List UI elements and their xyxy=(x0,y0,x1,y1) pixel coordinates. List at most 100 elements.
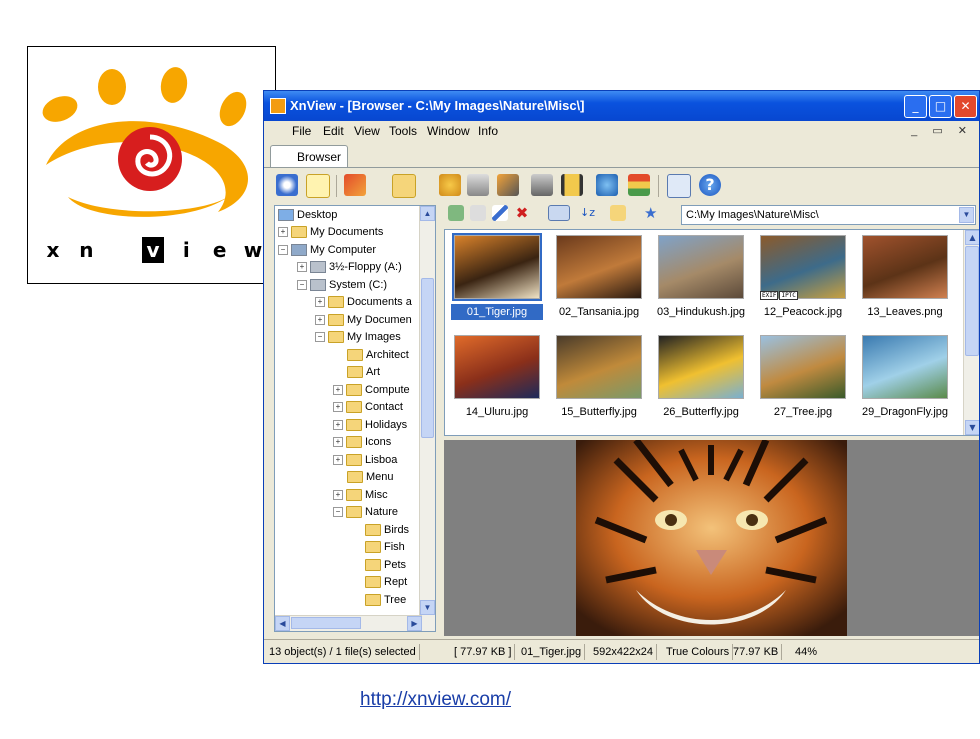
tree-item-holidays[interactable]: + Holidays xyxy=(333,417,407,434)
thumbnail-image[interactable] xyxy=(658,335,744,399)
menu-edit[interactable]: Edit xyxy=(323,124,344,138)
tree-item-my-documents[interactable]: + My Documents xyxy=(278,224,383,241)
favorites-star-icon[interactable]: ★ xyxy=(644,205,666,221)
thumbnail-item[interactable]: 15_Butterfly.jpg xyxy=(553,332,645,424)
thumbnail-image[interactable] xyxy=(658,235,744,299)
go-up-icon[interactable] xyxy=(448,205,464,221)
view-eye-icon[interactable] xyxy=(276,174,298,196)
expand-icon[interactable]: + xyxy=(315,315,325,326)
thumbnail-item[interactable]: 26_Butterfly.jpg xyxy=(655,332,747,424)
back-arrow-icon[interactable] xyxy=(344,174,366,196)
thumbnail-item[interactable]: 29_DragonFly.jpg xyxy=(859,332,951,424)
menu-info[interactable]: Info xyxy=(478,124,498,138)
rename-pencil-icon[interactable] xyxy=(492,205,508,221)
expand-icon[interactable]: + xyxy=(333,420,343,431)
expand-icon[interactable]: + xyxy=(333,455,343,466)
settings-gear-icon[interactable] xyxy=(439,174,461,196)
thumbnail-image[interactable] xyxy=(556,335,642,399)
mdi-controls[interactable]: _ ▭ ✕ xyxy=(911,124,973,137)
tree-item-misc[interactable]: + Misc xyxy=(333,487,388,504)
tree-item-birds[interactable]: Birds xyxy=(365,522,409,539)
print-icon[interactable] xyxy=(467,174,489,196)
thumbnail-scroll-thumb[interactable] xyxy=(965,246,979,356)
menu-window[interactable]: Window xyxy=(427,124,470,138)
tree-item-menu[interactable]: Menu xyxy=(347,469,394,486)
delete-icon[interactable]: ✖ xyxy=(514,205,530,221)
fullscreen-icon[interactable] xyxy=(306,174,330,198)
thumbnail-image[interactable] xyxy=(862,235,948,299)
address-dropdown-icon[interactable]: ▼ xyxy=(959,207,974,223)
sort-icon[interactable]: ↓z xyxy=(580,205,602,221)
tree-item-floppy[interactable]: +3½-Floppy (A:) xyxy=(297,259,402,276)
expand-icon[interactable]: + xyxy=(333,385,343,396)
thumbnail-image[interactable] xyxy=(760,235,846,299)
collapse-icon[interactable]: − xyxy=(333,507,343,518)
web-globe-icon[interactable] xyxy=(596,174,618,196)
expand-icon[interactable]: + xyxy=(278,227,288,238)
tree-hscroll-thumb[interactable] xyxy=(291,617,361,629)
tree-item-computer[interactable]: + Compute xyxy=(333,382,410,399)
help-icon[interactable]: ? xyxy=(699,174,721,196)
thumbnail-item[interactable]: 14_Uluru.jpg xyxy=(451,332,543,424)
app-icon[interactable] xyxy=(270,98,286,114)
new-folder-icon[interactable] xyxy=(470,205,486,221)
tree-scroll-thumb[interactable] xyxy=(421,278,434,438)
palette-icon[interactable] xyxy=(628,174,650,196)
title-bar[interactable]: XnView - [Browser - C:\My Images\Nature\… xyxy=(264,91,979,121)
scroll-down-icon[interactable]: ▼ xyxy=(420,600,435,615)
thumbnail-image[interactable] xyxy=(454,335,540,399)
website-link[interactable]: http://xnview.com/ xyxy=(360,689,511,711)
tree-vertical-scrollbar[interactable]: ▲ ▼ xyxy=(419,206,435,631)
minimize-button[interactable]: _ xyxy=(904,95,927,118)
scroll-down-icon[interactable]: ▼ xyxy=(965,420,979,435)
collapse-icon[interactable]: − xyxy=(297,280,307,291)
properties-icon[interactable] xyxy=(667,174,691,198)
expand-icon[interactable]: + xyxy=(297,262,307,273)
tree-item-lisboa[interactable]: + Lisboa xyxy=(333,452,397,469)
camera-icon[interactable] xyxy=(531,174,553,196)
thumbnail-scrollbar[interactable]: ▲ ▼ xyxy=(963,230,979,435)
tree-item-system-c[interactable]: − System (C:) xyxy=(297,277,387,294)
thumbnail-item[interactable]: 27_Tree.jpg xyxy=(757,332,849,424)
open-folder-icon[interactable] xyxy=(392,174,416,198)
tree-item-icons[interactable]: + Icons xyxy=(333,434,391,451)
expand-icon[interactable]: + xyxy=(333,437,343,448)
thumbnail-item[interactable]: 02_Tansania.jpg xyxy=(553,232,645,324)
view-mode-icon[interactable] xyxy=(548,205,570,221)
close-button[interactable]: ✕ xyxy=(954,95,977,118)
tree-item-nature[interactable]: − Nature xyxy=(333,504,398,521)
tree-item-art[interactable]: Art xyxy=(347,364,380,381)
menu-view[interactable]: View xyxy=(354,124,380,138)
tree-item-pets[interactable]: Pets xyxy=(365,557,406,574)
expand-icon[interactable]: + xyxy=(333,490,343,501)
expand-icon[interactable]: + xyxy=(315,297,325,308)
tiger-preview-image[interactable] xyxy=(576,440,847,636)
scroll-right-icon[interactable]: ▶ xyxy=(407,616,422,631)
slideshow-icon[interactable] xyxy=(561,174,583,196)
scroll-up-icon[interactable]: ▲ xyxy=(965,230,979,245)
tree-item-fish[interactable]: Fish xyxy=(365,539,405,556)
tab-browser[interactable]: Browser xyxy=(270,145,348,167)
tree-item-my-images[interactable]: − My Images xyxy=(315,329,401,346)
scroll-up-icon[interactable]: ▲ xyxy=(420,206,435,221)
tree-item-documents-and-settings[interactable]: + Documents a xyxy=(315,294,412,311)
tree-horizontal-scrollbar[interactable]: ◀ ▶ xyxy=(275,615,422,631)
address-field[interactable]: C:\My Images\Nature\Misc\ ▼ xyxy=(681,205,976,225)
thumbnail-image[interactable] xyxy=(760,335,846,399)
tree-item-trees[interactable]: Tree xyxy=(365,592,406,609)
thumbnail-item[interactable]: 01_Tiger.jpg xyxy=(451,232,543,324)
thumbnail-image[interactable] xyxy=(452,233,542,301)
thumbnail-image[interactable] xyxy=(862,335,948,399)
collapse-icon[interactable]: − xyxy=(278,245,288,256)
tree-item-desktop[interactable]: Desktop xyxy=(278,207,337,224)
expand-icon[interactable]: + xyxy=(333,402,343,413)
scroll-left-icon[interactable]: ◀ xyxy=(275,616,290,631)
thumbnail-item[interactable]: EXIF IPTC 12_Peacock.jpg xyxy=(757,232,849,324)
convert-icon[interactable] xyxy=(497,174,519,196)
menu-file[interactable]: File xyxy=(292,124,311,138)
menu-tools[interactable]: Tools xyxy=(389,124,417,138)
filter-icon[interactable] xyxy=(610,205,626,221)
tree-item-architecture[interactable]: Architect xyxy=(347,347,409,364)
thumbnail-item[interactable]: 03_Hindukush.jpg xyxy=(655,232,747,324)
tree-item-contact[interactable]: + Contact xyxy=(333,399,403,416)
